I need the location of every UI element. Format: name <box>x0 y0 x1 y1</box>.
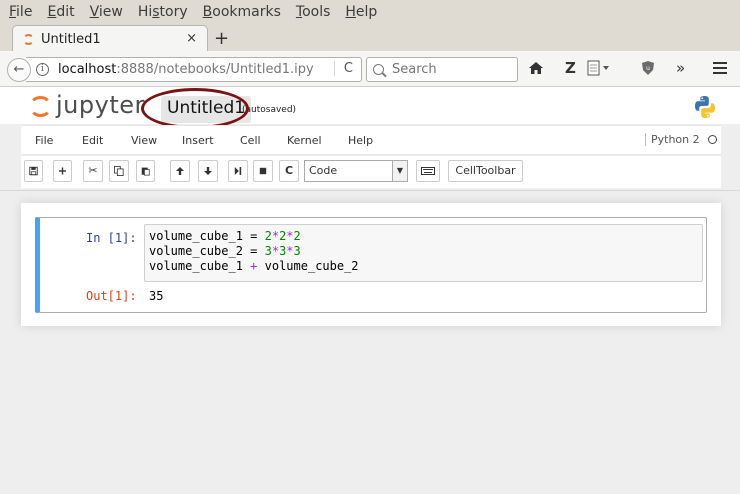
cut-icon[interactable]: ✂ <box>83 160 103 182</box>
code-token: 3 <box>293 244 301 258</box>
code-cell[interactable]: In [1]: volume_cube_1 = 2*2*2 volume_cube… <box>35 217 707 313</box>
browser-tab-untitled1[interactable]: Untitled1 × <box>12 25 208 52</box>
menu-edit[interactable]: Edit <box>82 134 103 147</box>
output-prompt: Out[1]: <box>86 289 137 303</box>
browser-menu-help[interactable]: Help <box>345 4 377 20</box>
menu-cell[interactable]: Cell <box>240 134 261 147</box>
menu-help[interactable]: Help <box>348 134 373 147</box>
zotero-icon[interactable]: Z <box>565 59 576 77</box>
notebook-menubar: File Edit View Insert Cell Kernel Help P… <box>21 125 721 155</box>
new-tab-button[interactable]: + <box>214 28 229 49</box>
notebook-toolbar: ✂ C Code ▼ CellToolbar <box>21 156 721 188</box>
url-host: localhost <box>58 62 117 77</box>
code-line: volume_cube_2 = 3*3*3 <box>149 244 698 259</box>
site-info-icon[interactable]: i <box>36 63 49 76</box>
autosave-status: (autosaved) <box>242 105 297 115</box>
tab-title: Untitled1 <box>41 31 101 47</box>
paste-icon[interactable] <box>136 160 155 182</box>
svg-text:u: u <box>646 65 650 72</box>
browser-menubar: File Edit View History Bookmarks Tools Help <box>0 0 740 24</box>
ublock-icon[interactable]: u <box>640 60 656 76</box>
cell-type-select[interactable]: Code ▼ <box>304 160 408 182</box>
copy-icon[interactable] <box>109 160 129 182</box>
reader-icon[interactable] <box>587 60 611 76</box>
insert-cell-icon[interactable] <box>53 160 72 182</box>
code-token: 2 <box>264 229 272 243</box>
kernel-idle-icon <box>707 135 717 144</box>
browser-menu-bookmarks[interactable]: Bookmarks <box>203 4 281 20</box>
tab-strip: Untitled1 × <box>0 24 740 52</box>
browser-menu-history[interactable]: History <box>138 4 188 20</box>
menu-view[interactable]: View <box>131 134 157 147</box>
code-token: volume_cube_1 <box>149 259 251 273</box>
code-token: volume_cube_2 = <box>149 244 265 258</box>
code-token: * <box>286 229 294 243</box>
url-bar[interactable]: i localhost:8888/notebooks/Untitled1.ipy… <box>26 57 362 82</box>
code-line: volume_cube_1 + volume_cube_2 <box>149 259 698 274</box>
code-token: * <box>286 244 294 258</box>
celltoolbar-button[interactable]: CellToolbar <box>448 160 523 182</box>
cell-type-value: Code <box>309 164 338 177</box>
back-button[interactable]: ← <box>7 58 31 82</box>
jupyter-logo-text: jupyter <box>56 91 145 119</box>
keyboard-icon[interactable] <box>416 160 440 182</box>
move-up-icon[interactable] <box>170 160 190 182</box>
code-token: 2 <box>293 229 301 243</box>
browser-navbar: i localhost:8888/notebooks/Untitled1.ipy… <box>0 51 740 87</box>
search-input[interactable] <box>392 62 512 77</box>
jupyter-logo[interactable]: jupyter <box>30 91 145 119</box>
url-text: localhost:8888/notebooks/Untitled1.ipy <box>58 62 314 77</box>
code-token: * <box>271 244 280 258</box>
jupyter-header: jupyter Untitled1 (autosaved) <box>0 87 740 124</box>
chevron-down-icon: ▼ <box>392 161 407 181</box>
jupyter-logo-icon <box>30 95 47 115</box>
stop-kernel-icon[interactable] <box>253 160 273 182</box>
cell-output: 35 <box>149 289 164 303</box>
kernel-name: Python 2 <box>651 133 700 146</box>
home-icon[interactable] <box>528 60 544 76</box>
browser-menu-edit[interactable]: Edit <box>47 4 74 20</box>
notebook-container: In [1]: volume_cube_1 = 2*2*2 volume_cube… <box>21 203 721 326</box>
code-line: volume_cube_1 = 2*2*2 <box>149 229 698 244</box>
search-bar[interactable] <box>366 57 518 82</box>
restart-kernel-icon[interactable]: C <box>279 160 299 182</box>
tab-close-icon[interactable]: × <box>186 31 197 46</box>
code-token: volume_cube_1 = <box>149 229 265 243</box>
save-icon[interactable] <box>24 160 43 182</box>
hamburger-menu-icon[interactable] <box>712 61 728 75</box>
search-icon <box>373 64 384 75</box>
header-separator <box>0 190 740 191</box>
url-path: :8888/notebooks/Untitled1.ipy <box>116 62 314 77</box>
code-editor[interactable]: volume_cube_1 = 2*2*2 volume_cube_2 = 3*3… <box>144 224 703 282</box>
code-token: volume_cube_2 <box>257 259 359 273</box>
menu-file[interactable]: File <box>35 134 53 147</box>
browser-menu-view[interactable]: View <box>90 4 123 20</box>
overflow-icon[interactable]: » <box>676 59 685 77</box>
jupyter-favicon-icon <box>23 33 34 45</box>
menu-insert[interactable]: Insert <box>182 134 214 147</box>
menu-kernel[interactable]: Kernel <box>287 134 322 147</box>
run-cell-icon[interactable] <box>228 160 248 182</box>
kernel-indicator: Python 2 <box>645 133 717 146</box>
input-prompt: In [1]: <box>86 231 137 245</box>
code-token: 3 <box>264 244 272 258</box>
browser-menu-file[interactable]: File <box>9 4 32 20</box>
annotation-ring <box>141 88 249 129</box>
browser-menu-tools[interactable]: Tools <box>296 4 331 20</box>
python-logo-icon <box>695 96 715 118</box>
code-token: * <box>271 229 280 243</box>
reload-icon[interactable]: C <box>333 61 353 76</box>
move-down-icon[interactable] <box>198 160 218 182</box>
